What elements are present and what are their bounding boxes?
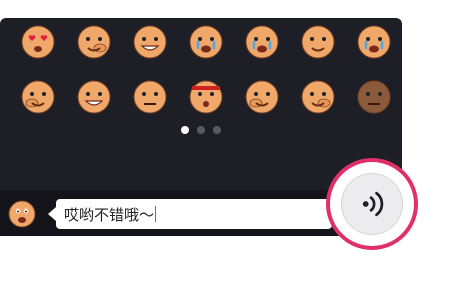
page-dot[interactable] [181,126,189,134]
text-caret [155,206,157,222]
page-dot[interactable] [213,126,221,134]
headband-angry-face-icon[interactable] [188,79,224,115]
big-grin-face-icon[interactable] [132,24,168,60]
thinking-face-icon[interactable] [300,79,336,115]
blushing-face-icon[interactable] [300,24,336,60]
crying-face-icon[interactable] [188,24,224,60]
emoji-toggle-icon[interactable] [8,200,36,228]
emoji-row [10,24,402,69]
emoji-row [10,79,402,124]
sound-wave-icon [362,191,384,217]
covering-eyes-face-icon[interactable] [76,24,112,60]
picking-nose-face-icon[interactable] [20,79,56,115]
smirk-face-icon[interactable] [76,79,112,115]
message-input[interactable]: 哎哟不错哦～ [48,199,332,229]
unimpressed-face-icon[interactable] [132,79,168,115]
laughing-tears-face-icon[interactable] [244,24,280,60]
page-indicator [0,126,402,134]
coughing-face-icon[interactable] [244,79,280,115]
dark-speechless-face-icon[interactable] [356,79,392,115]
sobbing-face-icon[interactable] [356,24,392,60]
page-dot[interactable] [197,126,205,134]
heart-eyes-face-icon[interactable] [20,24,56,60]
voice-button-highlight [326,158,418,250]
message-text: 哎哟不错哦～ [64,205,155,224]
emoji-grid [10,24,402,134]
voice-button[interactable] [341,173,403,235]
